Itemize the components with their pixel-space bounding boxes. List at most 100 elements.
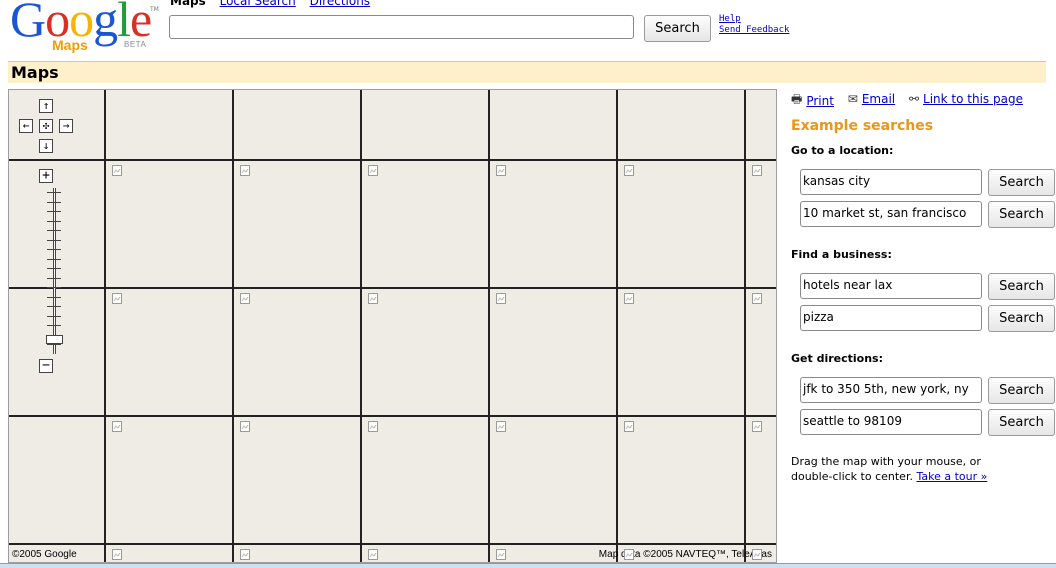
business-example-input-2[interactable]: pizza — [800, 305, 982, 331]
broken-image-icon — [496, 549, 506, 560]
zoom-level-tick[interactable] — [47, 192, 61, 195]
zoom-in-button[interactable]: + — [39, 169, 53, 183]
broken-image-icon — [240, 293, 250, 304]
pan-left-button[interactable]: ← — [19, 119, 33, 133]
top-nav: Maps Local Search Directions — [170, 0, 380, 8]
logo-product: Maps — [52, 37, 88, 53]
broken-image-icon — [240, 421, 250, 432]
zoom-level-tick[interactable] — [47, 201, 61, 205]
zoom-level-tick[interactable] — [47, 258, 61, 262]
map-tile-border-v — [616, 90, 618, 562]
broken-image-icon — [624, 421, 634, 432]
page-links: 🖶 Print ✉ Email ⚯ Link to this page — [791, 90, 1033, 111]
broken-image-icon — [112, 549, 122, 560]
broken-image-icon — [368, 549, 378, 560]
broken-image-icon — [112, 165, 122, 176]
business-example-input-1[interactable]: hotels near lax — [800, 273, 982, 299]
directions-search-button-1[interactable]: Search — [988, 377, 1055, 404]
broken-image-icon — [624, 549, 634, 560]
broken-image-icon — [752, 421, 762, 432]
zoom-level-tick[interactable] — [47, 249, 61, 252]
go-to-location-title: Go to a location: — [791, 144, 894, 157]
nav-local-search-link[interactable]: Local Search — [220, 0, 296, 8]
directions-example-input-1[interactable]: jfk to 350 5th, new york, ny — [800, 377, 982, 403]
broken-image-icon — [752, 165, 762, 176]
window-bottom-edge — [0, 563, 1056, 568]
directions-search-button-2[interactable]: Search — [988, 409, 1055, 436]
map-tile-border-h — [9, 287, 776, 289]
broken-image-icon — [496, 421, 506, 432]
logo-letter-4: g — [93, 0, 118, 47]
map-tile-border-h — [9, 415, 776, 417]
zoom-level-tick[interactable] — [47, 306, 61, 309]
zoom-level-tick[interactable] — [47, 344, 61, 347]
zoom-level-tick[interactable] — [47, 239, 61, 243]
print-link[interactable]: Print — [806, 94, 834, 108]
logo-letter-5: l — [117, 0, 131, 47]
take-tour-link[interactable]: Take a tour » — [916, 470, 987, 483]
get-directions-title: Get directions: — [791, 352, 883, 365]
main-search-input[interactable] — [169, 15, 634, 39]
map-tile-border-h — [9, 543, 776, 545]
nav-current-maps: Maps — [170, 0, 206, 8]
nav-directions-link[interactable]: Directions — [310, 0, 370, 8]
business-search-button-1[interactable]: Search — [988, 273, 1055, 300]
zoom-level-tick[interactable] — [47, 268, 61, 271]
page-title: Maps — [11, 63, 59, 82]
google-maps-logo[interactable]: Google TM Maps BETA — [8, 0, 159, 56]
location-example-input-2[interactable]: 10 market st, san francisco — [800, 201, 982, 227]
example-searches-title: Example searches — [791, 118, 934, 134]
pan-right-button[interactable]: → — [59, 119, 73, 133]
broken-image-icon — [624, 165, 634, 176]
side-panel: 🖶 Print ✉ Email ⚯ Link to this page Example… — [791, 89, 1056, 509]
broken-image-icon — [624, 293, 634, 304]
business-search-button-2[interactable]: Search — [988, 305, 1055, 332]
broken-image-icon — [368, 165, 378, 176]
main-search-button[interactable]: Search — [644, 15, 711, 42]
map-tile-border-v — [232, 90, 234, 562]
location-search-button-2[interactable]: Search — [988, 201, 1055, 228]
zoom-level-tick[interactable] — [47, 220, 61, 224]
broken-image-icon — [368, 293, 378, 304]
broken-image-icon — [240, 549, 250, 560]
map-tile-border-v — [744, 90, 746, 562]
zoom-level-tick[interactable] — [47, 230, 61, 233]
email-link[interactable]: Email — [862, 92, 895, 106]
help-link[interactable]: Help — [719, 14, 789, 25]
broken-image-icon — [496, 293, 506, 304]
zoom-level-tick[interactable] — [47, 287, 61, 290]
broken-image-icon — [496, 165, 506, 176]
directions-example-input-2[interactable]: seattle to 98109 — [800, 409, 982, 435]
email-icon: ✉ — [847, 92, 858, 106]
zoom-level-tick[interactable] — [47, 325, 61, 328]
map-tile-border-v — [360, 90, 362, 562]
zoom-slider-handle[interactable] — [46, 335, 63, 344]
send-feedback-link[interactable]: Send Feedback — [719, 25, 789, 36]
logo-beta: BETA — [124, 40, 147, 49]
map-tile-border-v — [488, 90, 490, 562]
zoom-level-tick[interactable] — [47, 211, 61, 214]
broken-image-icon — [240, 165, 250, 176]
map-tile-border-v — [104, 90, 106, 562]
find-business-title: Find a business: — [791, 248, 892, 261]
zoom-level-tick[interactable] — [47, 296, 61, 300]
print-icon: 🖶 — [791, 92, 803, 106]
broken-image-icon — [752, 549, 762, 560]
pan-center-button[interactable]: ✣ — [39, 119, 53, 133]
broken-image-icon — [112, 421, 122, 432]
map-usage-hint: Drag the map with your mouse, or double-… — [791, 454, 1021, 484]
pan-up-button[interactable]: ↑ — [39, 99, 53, 113]
zoom-level-tick[interactable] — [47, 315, 61, 319]
help-links: Help Send Feedback — [719, 14, 789, 36]
location-search-button-1[interactable]: Search — [988, 169, 1055, 196]
zoom-out-button[interactable]: − — [39, 359, 53, 373]
map-viewport[interactable]: ↑ ← ✣ → ↓ + − ©2005 Google Map data ©200… — [8, 89, 777, 563]
broken-image-icon — [752, 293, 762, 304]
link-to-page-link[interactable]: Link to this page — [923, 92, 1023, 106]
zoom-level-tick[interactable] — [47, 277, 61, 281]
location-example-input-1[interactable]: kansas city — [800, 169, 982, 195]
logo-letter-1: G — [10, 0, 46, 47]
map-tile-border-h — [9, 159, 776, 161]
pan-down-button[interactable]: ↓ — [39, 139, 53, 153]
page-header-bar: Maps — [8, 61, 1046, 83]
